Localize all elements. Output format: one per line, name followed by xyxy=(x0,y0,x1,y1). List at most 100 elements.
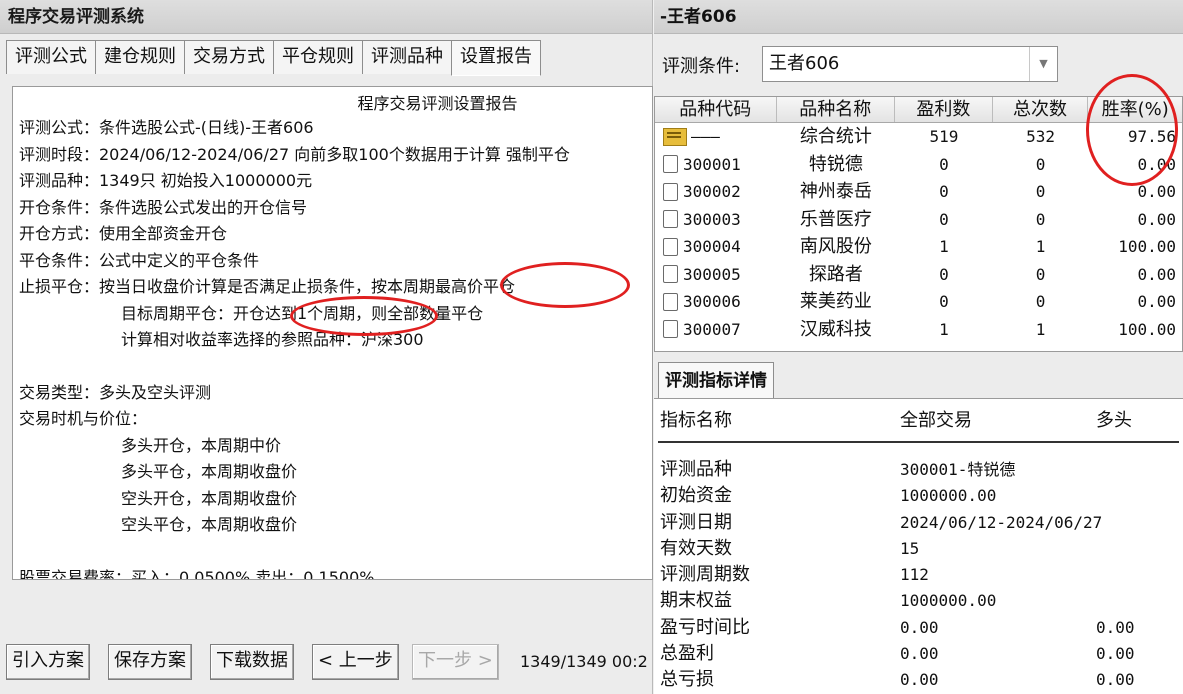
tab-formula[interactable]: 评测公式 xyxy=(6,40,96,74)
metric-name: 初始资金 xyxy=(660,485,732,507)
metric-long xyxy=(1096,562,1176,588)
table-row[interactable]: 300004 南风股份 1 1 100.00 xyxy=(655,233,1182,261)
column-header: 指标名称 xyxy=(660,410,732,431)
row-total: 1 xyxy=(1035,319,1046,339)
tab-instruments[interactable]: 评测品种 xyxy=(362,40,452,74)
progress-counter: 1349/1349 00:2 xyxy=(520,652,648,671)
report-textbox[interactable]: 程序交易评测设置报告 评测公式：条件选股公式-(日线)-王者606 评测时段：2… xyxy=(12,86,653,580)
file-icon xyxy=(663,182,678,201)
tab-bar: 评测公式 建仓规则 交易方式 平仓规则 评测品种 设置报告 xyxy=(6,40,541,76)
row-code: 300004 xyxy=(683,237,741,256)
prev-step-button[interactable]: < 上一步 xyxy=(312,644,399,680)
tab-open-rules[interactable]: 建仓规则 xyxy=(95,40,185,74)
window-title: 程序交易评测系统 xyxy=(0,0,652,34)
file-icon xyxy=(663,237,678,256)
row-rate: 100.00 xyxy=(1118,319,1176,339)
table-row[interactable]: 300005 探路者 0 0 0.00 xyxy=(655,261,1182,289)
condition-select[interactable]: 王者606 ▼ xyxy=(762,46,1058,82)
table-row[interactable]: 300006 莱美药业 0 0 0.00 xyxy=(655,288,1182,316)
detail-header: 指标名称 全部交易 多头 xyxy=(658,399,1179,443)
report-line: 空头平仓，本周期收盘价 xyxy=(121,515,298,534)
table-row[interactable]: 300007 汉威科技 1 1 100.00 xyxy=(655,316,1182,344)
file-icon xyxy=(663,210,678,229)
file-icon xyxy=(663,320,678,339)
metric-name: 评测周期数 xyxy=(660,564,750,586)
metric-name: 总盈利 xyxy=(660,643,714,665)
metric-name: 总亏损 xyxy=(660,669,714,691)
file-icon xyxy=(663,155,678,174)
metric-all: 0.00 xyxy=(900,617,939,637)
column-header[interactable]: 总次数 xyxy=(993,97,1089,122)
column-header[interactable]: 品种名称 xyxy=(777,97,896,122)
detail-row: 初始资金 1000000.00 xyxy=(658,483,1179,509)
folder-icon xyxy=(663,127,687,146)
row-wins: 0 xyxy=(939,182,949,201)
row-total: 0 xyxy=(1035,292,1046,311)
detail-row: 总亏损 0.00 0.00 xyxy=(658,667,1179,693)
metric-name: 有效天数 xyxy=(660,537,732,559)
row-total: 0 xyxy=(1035,209,1046,229)
metric-long: 0.00 xyxy=(1096,644,1135,664)
detail-row: 期末权益 1000000.00 xyxy=(658,588,1179,614)
report-line: 平仓条件：公式中定义的平仓条件 xyxy=(19,250,260,270)
save-plan-button[interactable]: 保存方案 xyxy=(108,644,192,680)
results-table: 品种代码 品种名称 盈利数 总次数 胜率(%) ——— 综合统计 519 532… xyxy=(654,96,1183,352)
table-row[interactable]: 300002 神州泰岳 0 0 0.00 xyxy=(655,178,1182,206)
report-title: 程序交易评测设置报告 xyxy=(357,94,518,113)
row-name: 综合统计 xyxy=(799,126,872,147)
row-name: 南风股份 xyxy=(799,236,872,257)
metric-long: 0.00 xyxy=(1096,617,1135,637)
import-plan-button[interactable]: 引入方案 xyxy=(6,644,90,680)
row-name: 探路者 xyxy=(808,263,863,285)
results-title: -王者606 xyxy=(654,0,1183,34)
report-line: 目标周期平仓：开仓达到1个周期，则全部数量平仓 xyxy=(121,303,484,323)
tab-trade-mode[interactable]: 交易方式 xyxy=(184,40,274,74)
column-header[interactable]: 盈利数 xyxy=(895,97,993,122)
column-header[interactable]: 胜率(%) xyxy=(1088,97,1182,122)
row-code: 300003 xyxy=(683,209,741,229)
metric-all: 1000000.00 xyxy=(900,486,997,506)
chevron-down-icon[interactable]: ▼ xyxy=(1029,47,1057,81)
metric-name: 评测日期 xyxy=(660,511,732,533)
detail-metrics-table: 指标名称 全部交易 多头 评测品种 300001-特锐德 初始资金 100000… xyxy=(654,398,1183,694)
column-header: 多头 xyxy=(1096,410,1132,431)
column-header[interactable]: 品种代码 xyxy=(655,97,777,122)
table-row[interactable]: 300003 乐普医疗 0 0 0.00 xyxy=(655,206,1182,234)
row-name: 乐普医疗 xyxy=(799,208,872,230)
row-wins: 0 xyxy=(939,292,949,311)
metric-long: 0.00 xyxy=(1096,670,1135,690)
row-code: 300006 xyxy=(683,292,741,311)
report-line: 多头平仓，本周期收盘价 xyxy=(121,462,298,481)
condition-label: 评测条件: xyxy=(662,56,741,77)
row-code: ——— xyxy=(691,127,720,146)
metric-name: 评测品种 xyxy=(660,459,732,480)
tab-detail-metrics[interactable]: 评测指标详情 xyxy=(658,362,774,398)
metric-all: 2024/06/12-2024/06/27 xyxy=(900,512,1103,532)
row-code: 300002 xyxy=(683,182,741,201)
report-line: 止损平仓：按当日收盘价计算是否满足止损条件，按本周期最高价平仓 xyxy=(19,277,516,296)
table-row[interactable]: ——— 综合统计 519 532 97.56 xyxy=(655,123,1182,151)
report-line: 评测时段：2024/06/12-2024/06/27 向前多取100个数据用于计… xyxy=(19,144,570,164)
row-total: 0 xyxy=(1035,154,1046,174)
report-line: 计算相对收益率选择的参照品种：沪深300 xyxy=(121,330,424,349)
metric-all: 15 xyxy=(900,538,920,558)
row-code: 300005 xyxy=(683,264,741,284)
row-rate: 0.00 xyxy=(1137,182,1176,201)
settings-report-panel: 程序交易评测系统 评测公式 建仓规则 交易方式 平仓规则 评测品种 设置报告 程… xyxy=(0,0,653,694)
row-name: 神州泰岳 xyxy=(799,181,872,202)
metric-long xyxy=(1096,483,1176,509)
row-rate: 100.00 xyxy=(1118,237,1176,256)
tab-close-rules[interactable]: 平仓规则 xyxy=(273,40,363,74)
tab-report[interactable]: 设置报告 xyxy=(451,40,541,76)
report-line: 空头开仓，本周期收盘价 xyxy=(121,488,298,508)
detail-row: 评测品种 300001-特锐德 xyxy=(658,457,1179,483)
table-header: 品种代码 品种名称 盈利数 总次数 胜率(%) xyxy=(655,97,1182,123)
download-data-button[interactable]: 下载数据 xyxy=(210,644,294,680)
next-step-button: 下一步 > xyxy=(412,644,499,680)
table-row[interactable]: 300001 特锐德 0 0 0.00 xyxy=(655,151,1182,179)
metric-long xyxy=(1096,588,1176,614)
report-line: 开仓条件：条件选股公式发出的开仓信号 xyxy=(19,197,308,217)
detail-row: 有效天数 15 xyxy=(658,536,1179,562)
row-rate: 97.56 xyxy=(1127,127,1176,146)
report-line: 股票交易费率：买入：0.0500% 卖出：0.1500% xyxy=(19,567,375,580)
